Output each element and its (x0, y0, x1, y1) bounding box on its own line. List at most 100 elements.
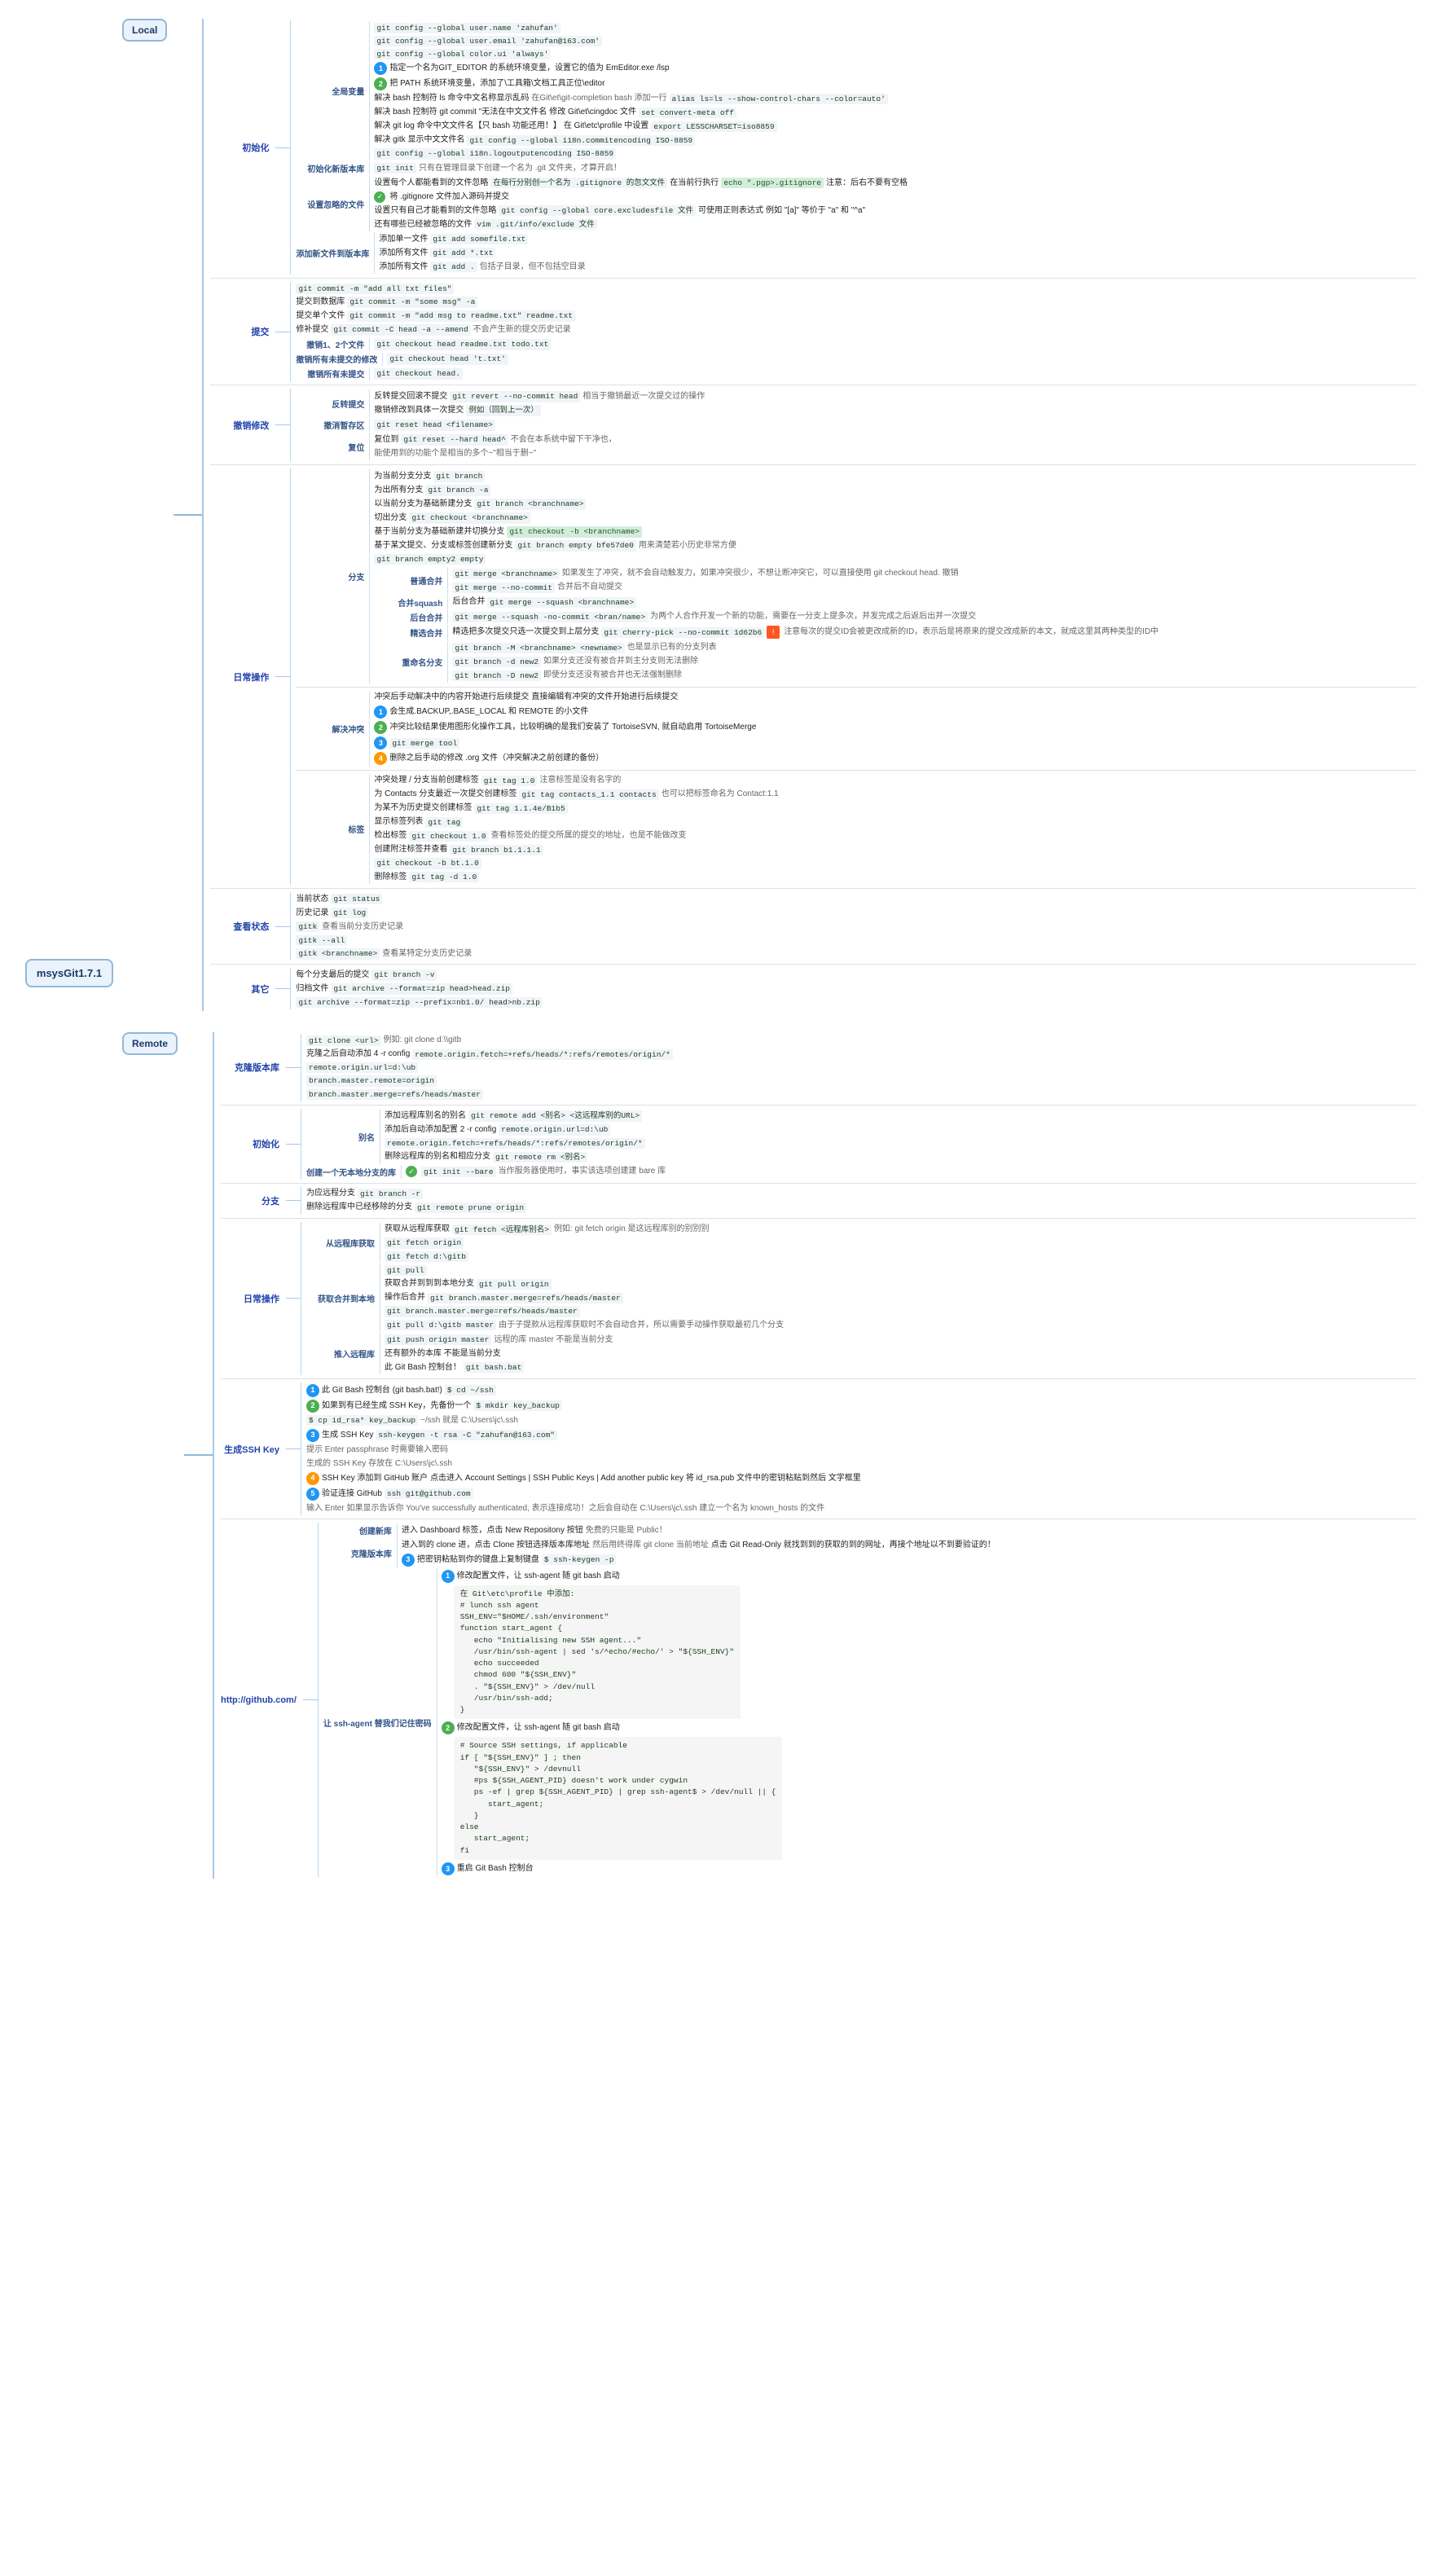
badge-2: 2 (442, 1721, 455, 1734)
cmd: $ cp id_rsa* key_backup (306, 1415, 418, 1426)
cmd-row: 3 把密钥粘贴到你的键盘上复制键盘 $ ssh-keygen -p (402, 1552, 1417, 1567)
divider (221, 1378, 1417, 1379)
desc: 为某不为历史提交创建标签 (374, 802, 472, 814)
cmd-row: 解决 git log 命令中文文件名【只 bash 功能还用！】 在 Git\e… (374, 120, 1417, 134)
rd-body: 从远程库获取 获取从远程库获取 git fetch <远程库别名> 例如: gi… (301, 1222, 1417, 1375)
create-repo: 创建新库 进入 Dashboard 标签，点击 New Repositony 按… (323, 1523, 1417, 1537)
remote-branch: 分支 为应远程分支 git branch -r 删除远程库中已经移除的分支 gi… (221, 1187, 1417, 1215)
cmd: gitk <branchname> (296, 948, 380, 959)
cmd-row: 冲突处理 / 分支当前创建标签 git tag 1.0 注意标签是没有名字的 (374, 774, 1417, 788)
cmd: git pull d:\gitb master (385, 1320, 496, 1330)
desc: 在当前行执行 (670, 178, 719, 189)
desc: 把密钥粘贴到你的键盘上复制键盘 (417, 1554, 539, 1566)
desc: 还有额外的本库 不能是当前分支 (385, 1348, 501, 1360)
checkout-label2: 撤销所有未提交的修改 (296, 352, 382, 366)
bare-label: 创建一个无本地分支的库 (306, 1165, 401, 1179)
bg-label: 后台合并 (374, 610, 447, 624)
cmd-row: gitk 查看当前分支历史记录 (296, 920, 1417, 934)
desc: 修改 Git\et\cingdoc 文件 (549, 107, 636, 118)
cmd: remote.origin.fetch=+refs/heads/*:refs/r… (412, 1049, 673, 1060)
badge: 2 (374, 721, 387, 734)
cmd-row: 还有额外的本库 不能是当前分支 (385, 1347, 1417, 1361)
cherry-label: 精选合并 (374, 626, 447, 640)
rename-body: git branch -M <branchname> <newname> 也是显… (447, 641, 1417, 683)
cmd-row: 2 修改配置文件，让 ssh-agent 随 git bash 启动 (442, 1721, 1417, 1736)
bare-section: 创建一个无本地分支的库 ✓ git init --bare 当作服务器使用时，事… (306, 1165, 1417, 1179)
desc: 包括子目录，但不包括空目录 (480, 262, 586, 273)
desc: 如果分支还没有被合并到主分支则无法删除 (543, 656, 698, 667)
cmd-row: git branch -d new2 如果分支还没有被合并到主分支则无法删除 (452, 655, 1417, 669)
ignore-label: 设置忽略的文件 (296, 197, 369, 211)
cmd-row: 克隆之后自动添加 4 -r config remote.origin.fetch… (306, 1048, 1417, 1062)
page-container: msysGit1.7.1 Local 初始化 全局变量 (0, 0, 1433, 1897)
divider (296, 687, 1417, 688)
desc: 进入 Dashboard 标签，点击 New Repositony 按钮 (402, 1525, 583, 1536)
desc: 免费的只能是 Public！ (586, 1525, 667, 1536)
badge-5: 5 (306, 1488, 319, 1501)
cmd: git branch -r (358, 1189, 423, 1199)
cmd: git branch -v (371, 969, 437, 980)
cmd: git push origin master (385, 1334, 491, 1345)
cmd: git config --global color.ui 'always' (374, 49, 551, 59)
cmd: git tag (425, 817, 463, 828)
badge-1: 1 (306, 1384, 319, 1397)
clone-section: 克隆版本库 git clone <url> 例如: git clone d:\\… (221, 1034, 1417, 1101)
cmd-row: 反转提交回滚不提交 git revert --no-commit head 相当… (374, 389, 1417, 403)
remote-connector (184, 1454, 213, 1456)
desc: 获取从远程库获取 (385, 1224, 450, 1235)
rename-label: 重命名分支 (374, 655, 447, 669)
cmd: git fetch d:\gitb (385, 1251, 468, 1262)
reset-label: 复位 (296, 440, 369, 454)
branch-body: 为当前分支分支 git branch 为出所有分支 git branch -a … (369, 469, 1417, 683)
remote-init-label: 初始化 (221, 1136, 286, 1152)
cmd: git merge <branchname> (452, 569, 559, 579)
desc: 为出所有分支 (374, 485, 423, 496)
cmd-row: ✓ git init --bare 当作服务器使用时，事实该选项创建建 bare… (406, 1165, 1417, 1179)
divider (210, 888, 1417, 889)
cmd-row: 添加远程库别名的别名 git remote add <别名> <这远程库别的UR… (385, 1110, 1417, 1123)
ssh-label: 生成SSH Key (221, 1441, 286, 1457)
cmd-row: git config --global user.name 'zahufan' (374, 21, 1417, 34)
cmd-row: git merge --squash -no-commit <bran/name… (452, 610, 1417, 624)
badge-3: 3 (306, 1429, 319, 1442)
undo-section: 撤销修改 反转提交 反转提交回滚不提交 git revert --no-comm… (210, 389, 1417, 461)
cmd: branch.master.merge=refs/heads/master (306, 1089, 483, 1100)
cmd-row: ✓ 将 .gitignore 文件加入源码并提交 (374, 190, 1417, 204)
desc: 冲突比较结果使用图形化操作工具，比较明确的是我们安装了 TortoiseSVN,… (389, 722, 756, 733)
local-label: Local (122, 19, 167, 42)
desc: 为两个人合作开发一个新的功能，需要在一分支上提多次，并发完成之后返后出并一次提交 (650, 611, 976, 622)
cmd-row: 添加单一文件 git add somefile.txt (379, 232, 1417, 246)
cmd-row: git config --global color.ui 'always' (374, 48, 1417, 61)
cmd: set convert-meta off (639, 108, 736, 118)
desc: 提示 Enter passphrase 时需要输入密码 (306, 1444, 448, 1456)
conflict-label: 解决冲突 (296, 722, 369, 736)
desc: 反转提交回滚不提交 (374, 391, 447, 402)
alias-body: 添加远程库别名的别名 git remote add <别名> <这远程库别的UR… (380, 1110, 1417, 1164)
desc: 克隆之后自动添加 4 -r config (306, 1048, 410, 1060)
badge-1: 1 (374, 62, 387, 75)
cmd: git config --global i18n.commitencoding … (467, 135, 695, 146)
desc: 此 Git Bash 控制台！ (385, 1362, 461, 1374)
cmd: git branch <branchname> (474, 499, 586, 509)
local-connector (174, 514, 202, 516)
root-labels: msysGit1.7.1 (16, 16, 122, 1881)
check-icon: ✓ (406, 1166, 417, 1177)
rename-branch: 重命名分支 git branch -M <branchname> <newnam… (374, 641, 1417, 683)
cmd: gitk (296, 921, 319, 932)
cmd-row: 历史记录 git log (296, 906, 1417, 920)
cmd-row: git branch.master.merge=refs/heads/maste… (385, 1305, 1417, 1318)
cmd-row: 提交到数据库 git commit -m "some msg" -a (296, 295, 1417, 309)
desc: 提交单个文件 (296, 310, 345, 322)
cmd-row: 3 git merge tool (374, 736, 1417, 751)
desc: 解决 bash 控制符 git commit "无法在中文文件名 (374, 107, 547, 118)
cmd-row: 基于某文提交、分支或标签创建新分支 git branch empty bfe57… (374, 538, 1417, 552)
cmd: git branch empty2 empty (374, 554, 486, 565)
cmd-row: 添加所有文件 git add *.txt (379, 246, 1417, 260)
desc: 解决 git log 命令中文文件名【只 bash 功能还用！】 (374, 121, 560, 132)
ssh-body: 1 此 Git Bash 控制台 (git bash.bat!) $ cd ~/… (301, 1383, 1417, 1515)
cmd-row: 提示 Enter passphrase 时需要输入密码 (306, 1443, 1417, 1457)
code-block2: # Source SSH settings, if applicable if … (442, 1736, 1417, 1862)
desc: 创建附注标签并查看 (374, 844, 447, 855)
spacer (122, 1013, 1417, 1030)
cmd: gitk --all (296, 935, 347, 946)
